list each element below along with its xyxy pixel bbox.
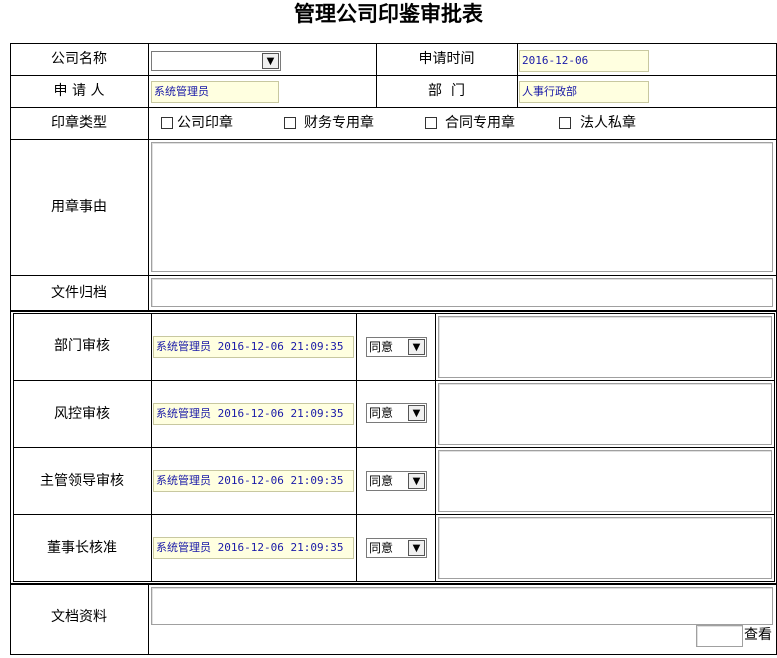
approval-comment[interactable] [438,450,772,512]
archive-field[interactable] [151,278,773,307]
reason-textarea[interactable] [151,142,773,272]
chevron-down-icon: ▼ [408,540,425,556]
chevron-down-icon: ▼ [262,53,279,69]
approval-label: 主管领导审核 [40,473,124,489]
approval-stamp: 系统管理员 2016-12-06 21:09:35 [153,336,354,358]
docs-file-input[interactable] [696,625,743,647]
applicant-field[interactable]: 系统管理员 [151,81,279,103]
dept-label: 部 门 [428,83,465,99]
approval-decision-select[interactable]: 同意 ▼ [366,471,427,491]
seal-type-checkbox-2[interactable] [425,117,437,129]
view-link[interactable]: 查看 [744,626,772,644]
approval-comment[interactable] [438,316,772,378]
seal-type-option-2: 合同专用章 [445,115,515,131]
approval-stamp: 系统管理员 2016-12-06 21:09:35 [153,470,354,492]
chevron-down-icon: ▼ [408,339,425,355]
approval-label: 董事长核准 [47,540,117,556]
docs-textarea[interactable] [151,587,773,625]
seal-type-option-1: 财务专用章 [304,115,374,131]
approval-decision-select[interactable]: 同意 ▼ [366,538,427,558]
approval-label: 部门审核 [54,338,110,354]
seal-type-checkbox-3[interactable] [559,117,571,129]
company-select[interactable]: ▼ [151,51,281,71]
reason-label: 用章事由 [51,199,107,215]
seal-type-checkbox-0[interactable] [161,117,173,129]
docs-label: 文档资料 [51,609,107,625]
approval-comment[interactable] [438,383,772,445]
seal-type-option-0: 公司印章 [177,115,233,131]
apply-time-label: 申请时间 [418,51,475,67]
archive-label: 文件归档 [51,285,107,301]
apply-time-field[interactable]: 2016-12-06 [519,50,649,72]
seal-type-option-3: 法人私章 [580,115,636,131]
seal-type-checkbox-1[interactable] [284,117,296,129]
seal-type-label: 印章类型 [51,115,107,131]
approval-label: 风控审核 [54,406,110,422]
approval-stamp: 系统管理员 2016-12-06 21:09:35 [153,537,354,559]
dept-field[interactable]: 人事行政部 [519,81,649,103]
chevron-down-icon: ▼ [408,473,425,489]
approval-stamp: 系统管理员 2016-12-06 21:09:35 [153,403,354,425]
approval-decision-select[interactable]: 同意 ▼ [366,403,427,423]
page-title: 管理公司印鉴审批表 [294,1,483,26]
company-label: 公司名称 [51,51,107,67]
applicant-label: 申 请 人 [53,83,105,99]
approval-comment[interactable] [438,517,772,579]
approval-decision-select[interactable]: 同意 ▼ [366,337,427,357]
chevron-down-icon: ▼ [408,405,425,421]
